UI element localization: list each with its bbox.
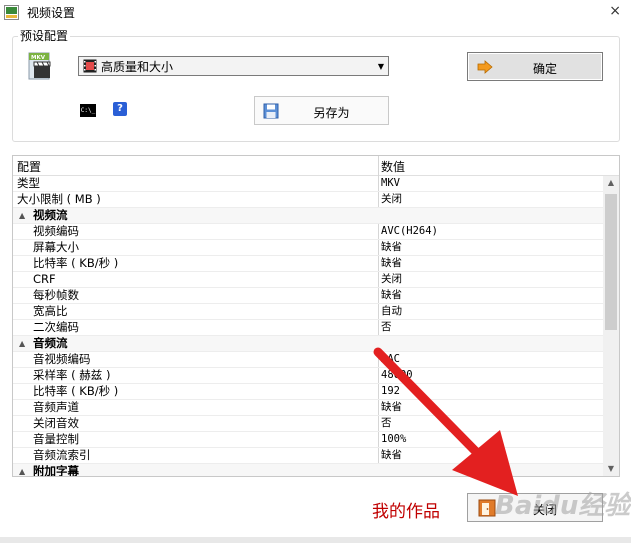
grid-row-name: 比特率 ( KB/秒 ): [33, 384, 119, 398]
bottom-strip: [0, 537, 631, 543]
column-header-name: 配置: [17, 160, 42, 174]
app-icon: [4, 5, 19, 20]
grid-row[interactable]: 音频声道 缺省: [13, 400, 603, 416]
grid-row-name: 比特率 ( KB/秒 ): [33, 256, 119, 270]
grid-row[interactable]: 每秒帧数 缺省: [13, 288, 603, 304]
grid-row-value[interactable]: 缺省: [381, 288, 402, 303]
grid-row[interactable]: 比特率 ( KB/秒 ) 缺省: [13, 256, 603, 272]
watermark: Baidu经验: [495, 491, 631, 521]
grid-row-name: 采样率 ( 赫兹 ): [33, 368, 111, 382]
grid-row-value[interactable]: 48000: [381, 368, 413, 383]
svg-text:MKV: MKV: [31, 55, 46, 61]
grid-row[interactable]: 关闭音效 否: [13, 416, 603, 432]
grid-row[interactable]: 采样率 ( 赫兹 ) 48000: [13, 368, 603, 384]
grid-row[interactable]: 屏幕大小 缺省: [13, 240, 603, 256]
grid-row-name: 音量控制: [33, 432, 79, 446]
grid-row[interactable]: 宽高比 自动: [13, 304, 603, 320]
grid-rows: 类型 MKV 大小限制 ( MB ) 关闭 ▲ 视频流 视频编码 AVC(H264) 屏幕大小缺…: [13, 176, 603, 477]
preset-select[interactable]: 高质量和大小 ▼: [78, 56, 389, 76]
grid-row-name: 二次编码: [33, 320, 79, 334]
grid-row-name: 类型: [17, 176, 40, 190]
grid-row-value[interactable]: 192: [381, 384, 400, 399]
command-prompt-icon[interactable]: C:\_: [80, 104, 96, 117]
grid-row-name: 关闭音效: [33, 416, 79, 430]
grid-row-name: 音视频编码: [33, 352, 91, 366]
collapse-triangle-icon[interactable]: ▲: [19, 208, 25, 223]
grid-row[interactable]: 音频流索引 缺省: [13, 448, 603, 464]
grid-row[interactable]: 比特率 ( KB/秒 ) 192: [13, 384, 603, 400]
ok-button[interactable]: 确定: [467, 52, 603, 81]
title-bar: 视频设置 ×: [0, 0, 631, 26]
save-as-label: 另存为: [313, 106, 350, 120]
window-close-button[interactable]: ×: [609, 3, 621, 19]
grid-row-name: 宽高比: [33, 304, 68, 318]
grid-row[interactable]: 二次编码 否: [13, 320, 603, 336]
grid-row[interactable]: 大小限制 ( MB ) 关闭: [13, 192, 603, 208]
grid-row[interactable]: 音视频编码 AAC: [13, 352, 603, 368]
grid-row-name: 视频流: [33, 208, 68, 222]
preset-selected-value: 高质量和大小: [101, 59, 174, 74]
grid-section-row[interactable]: ▲ 附加字幕: [13, 464, 603, 477]
grid-row-name: 音频流索引: [33, 448, 91, 462]
grid-row-value[interactable]: 关闭: [381, 192, 402, 207]
scrollbar-thumb[interactable]: [605, 194, 617, 330]
save-as-button[interactable]: 另存为: [254, 96, 389, 125]
film-icon: [83, 59, 97, 73]
grid-row-value[interactable]: 100%: [381, 432, 406, 447]
ok-button-label: 确定: [532, 62, 557, 76]
collapse-triangle-icon[interactable]: ▲: [19, 336, 25, 351]
grid-row-value[interactable]: 否: [381, 320, 392, 335]
vertical-scrollbar[interactable]: ▲ ▼: [603, 176, 619, 476]
grid-row-name: 视频编码: [33, 224, 79, 238]
grid-row[interactable]: CRF 关闭: [13, 272, 603, 288]
grid-row-name: 屏幕大小: [33, 240, 79, 254]
grid-row-value[interactable]: AAC: [381, 352, 400, 367]
grid-row-value[interactable]: MKV: [381, 176, 400, 191]
annotation-caption: 我的作品: [372, 502, 440, 522]
preset-group-title: 预设配置: [18, 27, 71, 44]
mkv-file-icon: MKV: [28, 52, 51, 80]
grid-row-name: 音频声道: [33, 400, 79, 414]
window-title: 视频设置: [27, 6, 76, 20]
grid-row-value[interactable]: 缺省: [381, 240, 402, 255]
grid-row-name: 附加字幕: [33, 464, 79, 477]
grid-row-value[interactable]: 缺省: [381, 256, 402, 271]
grid-row-value[interactable]: 缺省: [381, 400, 402, 415]
grid-section-row[interactable]: ▲ 视频流: [13, 208, 603, 224]
grid-row-name: 每秒帧数: [33, 288, 79, 302]
scroll-up-icon[interactable]: ▲: [603, 176, 619, 190]
help-icon[interactable]: ?: [113, 102, 127, 116]
collapse-triangle-icon[interactable]: ▲: [19, 464, 25, 476]
column-header-value: 数值: [381, 160, 406, 174]
grid-header: 配置 数值: [13, 156, 619, 176]
grid-row-name: 音频流: [33, 336, 68, 350]
grid-row[interactable]: 音量控制 100%: [13, 432, 603, 448]
grid-row-name: 大小限制 ( MB ): [17, 192, 101, 206]
grid-row-name: CRF: [33, 272, 56, 286]
grid-row-value[interactable]: AVC(H264): [381, 224, 438, 239]
settings-grid: 配置 数值 类型 MKV 大小限制 ( MB ) 关闭 ▲ 视频流视频编码 AVC(H264…: [12, 155, 620, 477]
grid-row-value[interactable]: 否: [381, 416, 392, 431]
grid-row-value[interactable]: 自动: [381, 304, 402, 319]
grid-row[interactable]: 类型 MKV: [13, 176, 603, 192]
scroll-down-icon[interactable]: ▼: [603, 462, 619, 476]
chevron-down-icon[interactable]: ▼: [374, 62, 388, 71]
grid-row[interactable]: 视频编码 AVC(H264): [13, 224, 603, 240]
grid-section-row[interactable]: ▲ 音频流: [13, 336, 603, 352]
grid-row-value[interactable]: 缺省: [381, 448, 402, 463]
grid-row-value[interactable]: 关闭: [381, 272, 402, 287]
